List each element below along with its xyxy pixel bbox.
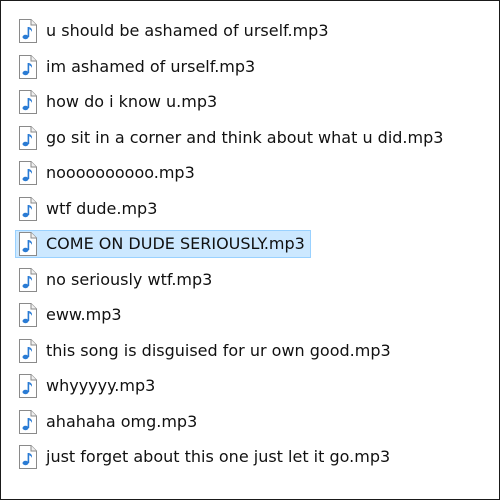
audio-file-icon bbox=[18, 374, 38, 398]
file-item[interactable]: noooooooooo.mp3 bbox=[15, 159, 201, 187]
file-name-label: ahahaha omg.mp3 bbox=[46, 411, 198, 431]
audio-file-icon bbox=[18, 303, 38, 327]
file-item[interactable]: whyyyyy.mp3 bbox=[15, 372, 161, 400]
file-item[interactable]: no seriously wtf.mp3 bbox=[15, 266, 218, 294]
file-item[interactable]: wtf dude.mp3 bbox=[15, 195, 163, 223]
audio-file-icon bbox=[18, 445, 38, 469]
file-name-label: eww.mp3 bbox=[46, 305, 122, 324]
file-name-label: u should be ashamed of urself.mp3 bbox=[46, 21, 329, 40]
file-name-label: go sit in a corner and think about what … bbox=[46, 127, 444, 147]
file-name-label: whyyyyy.mp3 bbox=[46, 376, 156, 395]
file-name-label: just forget about this one just let it g… bbox=[46, 447, 391, 466]
audio-file-icon bbox=[18, 196, 38, 221]
audio-file-icon bbox=[18, 267, 38, 292]
audio-file-icon bbox=[18, 161, 38, 185]
audio-file-icon bbox=[18, 54, 38, 79]
file-explorer-window: u should be ashamed of urself.mp3 im asha… bbox=[0, 0, 500, 500]
audio-file-icon bbox=[18, 232, 38, 256]
file-item[interactable]: ahahaha omg.mp3 bbox=[15, 408, 203, 436]
file-item[interactable]: how do i know u.mp3 bbox=[15, 88, 223, 116]
file-name-label: how do i know u.mp3 bbox=[46, 92, 218, 111]
audio-file-icon bbox=[18, 125, 38, 150]
file-item[interactable]: go sit in a corner and think about what … bbox=[15, 124, 449, 152]
file-item[interactable]: eww.mp3 bbox=[15, 301, 128, 329]
file-name-label: COME ON DUDE SERIOUSLY.mp3 bbox=[46, 234, 305, 253]
file-name-label: noooooooooo.mp3 bbox=[46, 163, 195, 182]
audio-file-icon bbox=[18, 409, 38, 434]
audio-file-icon bbox=[18, 19, 38, 43]
file-item[interactable]: COME ON DUDE SERIOUSLY.mp3 bbox=[15, 230, 311, 258]
audio-file-icon bbox=[18, 90, 38, 114]
audio-file-icon bbox=[18, 338, 38, 363]
file-name-label: im ashamed of urself.mp3 bbox=[46, 56, 256, 76]
file-item[interactable]: u should be ashamed of urself.mp3 bbox=[15, 17, 335, 45]
file-name-label: this song is disguised for ur own good.m… bbox=[46, 340, 391, 360]
file-item[interactable]: im ashamed of urself.mp3 bbox=[15, 53, 261, 81]
file-item[interactable]: this song is disguised for ur own good.m… bbox=[15, 337, 397, 365]
file-name-label: wtf dude.mp3 bbox=[46, 198, 158, 218]
file-item[interactable]: just forget about this one just let it g… bbox=[15, 443, 396, 471]
file-name-label: no seriously wtf.mp3 bbox=[46, 269, 213, 289]
